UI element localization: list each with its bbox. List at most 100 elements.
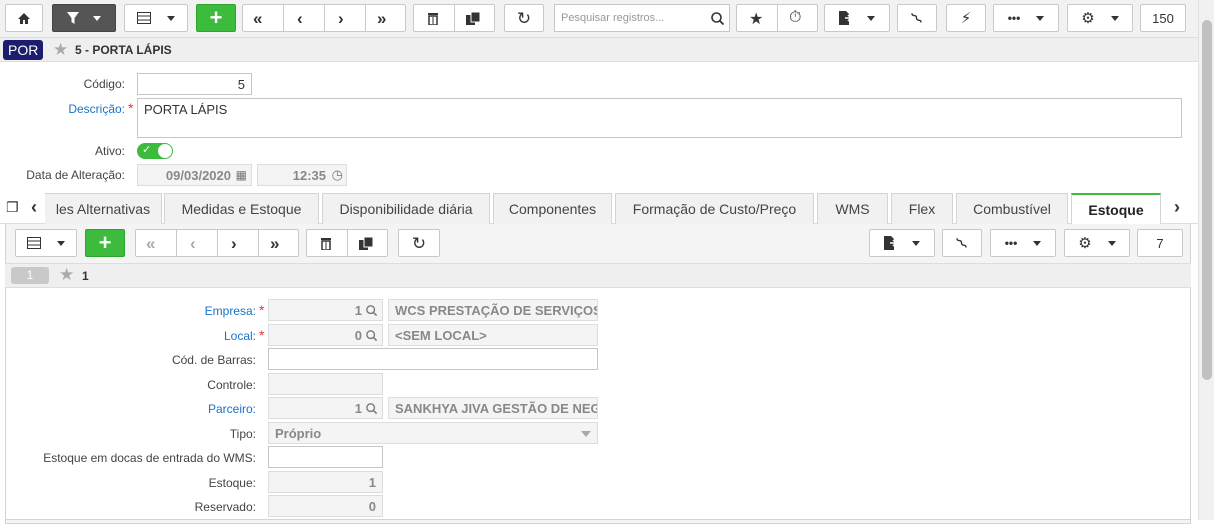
record-actions-group: [413, 4, 495, 32]
page-scrollbar[interactable]: [1198, 0, 1214, 520]
chevron-down-icon: [1036, 15, 1045, 21]
first-record-icon[interactable]: «: [253, 9, 262, 29]
calendar-icon: ▦: [235, 168, 247, 182]
local-code-field[interactable]: 0: [268, 324, 383, 346]
tab-medidas-estoque[interactable]: Medidas e Estoque: [164, 193, 319, 224]
duplicate-icon[interactable]: [466, 12, 480, 25]
sub-record-title: 1: [82, 269, 89, 283]
last-record-icon[interactable]: »: [377, 9, 386, 29]
search-icon[interactable]: [366, 403, 377, 414]
tabs-scroll-right-icon[interactable]: ›: [1174, 197, 1180, 218]
filter-button[interactable]: [52, 4, 116, 32]
search-icon[interactable]: [366, 305, 377, 316]
cod-barras-field[interactable]: [268, 348, 598, 370]
next-record-icon[interactable]: ›: [338, 9, 344, 29]
tab-componentes[interactable]: Componentes: [493, 193, 612, 224]
tab-formacao-custo[interactable]: Formação de Custo/Preço: [615, 193, 814, 224]
export-button[interactable]: [824, 4, 890, 32]
descricao-field[interactable]: PORTA LÁPIS: [137, 98, 1182, 138]
parceiro-label[interactable]: Parceiro:: [0, 402, 256, 416]
ativo-label: Ativo:: [94, 144, 125, 158]
local-name-field: <SEM LOCAL>: [388, 324, 598, 346]
estoque-docas-field[interactable]: [268, 446, 383, 468]
date-value: 09/03/2020: [165, 167, 231, 183]
main-toolbar: + « ‹ › » ↻ Pesquisar registros... ★ ⏱ ⌇…: [0, 0, 1198, 38]
ativo-toggle[interactable]: ✓: [137, 143, 173, 159]
favorite-timer-group: ★ ⏱: [736, 4, 818, 32]
sub-view-mode-button[interactable]: [15, 229, 77, 257]
tab-variaveis-alternativas[interactable]: les Alternativas: [45, 193, 162, 224]
refresh-button[interactable]: ↻: [504, 4, 544, 32]
view-mode-button[interactable]: [124, 4, 188, 32]
sub-settings-button[interactable]: ⚙: [1064, 229, 1130, 257]
lightning-icon: ⚡: [960, 9, 972, 27]
record-title-bar: [0, 38, 1198, 62]
required-marker: *: [259, 327, 265, 343]
required-marker: *: [128, 100, 134, 116]
data-alteracao-label: Data de Alteração:: [26, 168, 125, 182]
sub-export-button[interactable]: [869, 229, 935, 257]
plus-icon: +: [98, 230, 112, 255]
ellipsis-icon: •••: [1007, 11, 1021, 25]
tab-disponibilidade[interactable]: Disponibilidade diária: [322, 193, 490, 224]
tabs-scroll-left-icon[interactable]: ‹: [31, 197, 37, 218]
actions-button[interactable]: ⚡: [946, 4, 986, 32]
tab-estoque[interactable]: Estoque: [1071, 193, 1161, 225]
stopwatch-icon[interactable]: ⏱: [789, 9, 801, 27]
more-options-button[interactable]: •••: [993, 4, 1059, 32]
settings-button[interactable]: ⚙: [1067, 4, 1133, 32]
refresh-icon: ↻: [411, 233, 427, 253]
empresa-code-field[interactable]: 1: [268, 299, 383, 321]
copy-icon[interactable]: ❐: [6, 199, 19, 216]
paperclip-icon: ⌇: [952, 233, 972, 253]
sub-more-options-button[interactable]: •••: [990, 229, 1056, 257]
sub-refresh-button[interactable]: ↻: [398, 229, 440, 257]
home-icon: [18, 12, 30, 24]
entity-badge: POR: [3, 40, 44, 60]
chevron-down-icon: [57, 240, 65, 246]
tab-wms[interactable]: WMS: [817, 193, 888, 224]
filter-icon: [67, 12, 79, 24]
next-record-icon[interactable]: ›: [231, 234, 237, 254]
descricao-label[interactable]: Descrição:: [0, 102, 125, 116]
trash-icon[interactable]: [320, 237, 332, 250]
tipo-value: Próprio: [275, 425, 322, 441]
reservado-label: Reservado:: [194, 500, 256, 514]
chevron-down-icon: [93, 15, 101, 21]
required-marker: *: [259, 302, 265, 318]
home-button[interactable]: [5, 4, 43, 32]
first-record-icon[interactable]: «: [146, 234, 155, 254]
grid-icon: [27, 237, 41, 249]
tab-flex[interactable]: Flex: [891, 193, 953, 224]
empresa-label[interactable]: Empresa:: [0, 304, 256, 318]
sub-add-button[interactable]: +: [85, 229, 125, 257]
previous-record-icon[interactable]: ‹: [190, 234, 196, 254]
tab-combustivel[interactable]: Combustível: [956, 193, 1068, 224]
search-input[interactable]: Pesquisar registros...: [554, 4, 730, 32]
search-icon[interactable]: [366, 330, 377, 341]
codigo-field[interactable]: 5: [137, 73, 252, 95]
chevron-down-icon: [1033, 240, 1042, 246]
previous-record-icon[interactable]: ‹: [297, 9, 303, 29]
star-icon[interactable]: ★: [53, 40, 68, 60]
local-label[interactable]: Local:: [0, 329, 256, 343]
scrollbar-thumb[interactable]: [1202, 20, 1212, 380]
sub-record-badge: 1: [11, 267, 49, 284]
last-record-icon[interactable]: »: [270, 234, 279, 254]
add-button[interactable]: +: [196, 4, 236, 32]
sub-attachment-button[interactable]: ⌇: [942, 229, 982, 257]
controle-label: Controle:: [207, 378, 256, 392]
parceiro-code-field[interactable]: 1: [268, 397, 383, 419]
trash-icon[interactable]: [427, 12, 439, 25]
record-count: 150: [1140, 4, 1186, 32]
estoque-docas-label: Estoque em docas de entrada do WMS:: [43, 451, 256, 465]
tipo-label: Tipo:: [229, 427, 256, 441]
data-alteracao-field: 09/03/2020 ▦: [137, 164, 252, 186]
duplicate-icon[interactable]: [359, 237, 373, 250]
star-icon[interactable]: ★: [749, 9, 763, 29]
hora-alteracao-field: 12:35 ◷: [257, 164, 347, 186]
local-code: 0: [354, 327, 362, 343]
star-icon[interactable]: ★: [59, 265, 74, 285]
sub-record-count: 7: [1137, 229, 1183, 257]
attachment-button[interactable]: ⌇: [897, 4, 937, 32]
